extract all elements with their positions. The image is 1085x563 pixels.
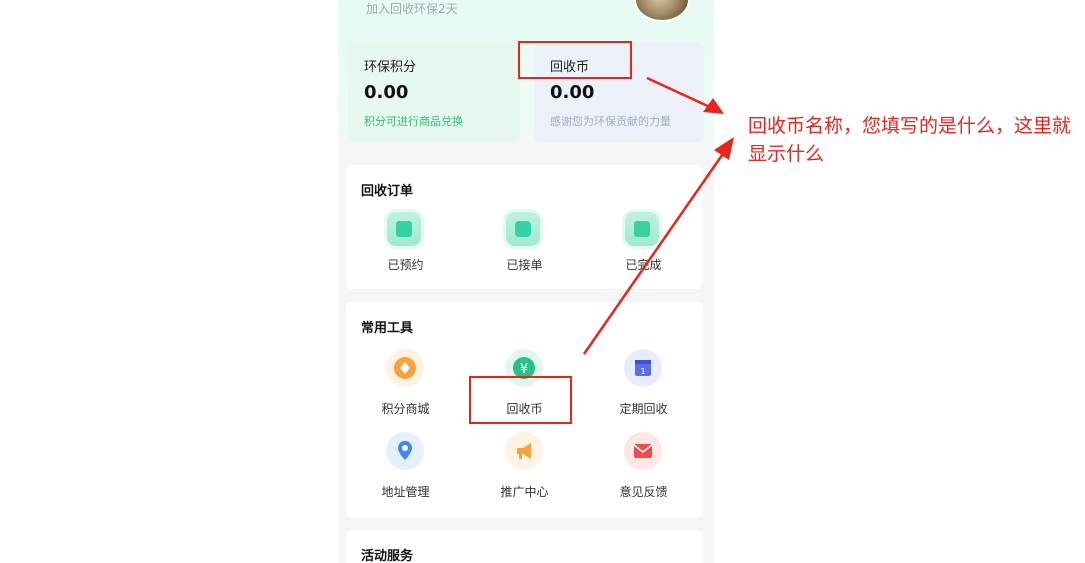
annotation-arrows bbox=[582, 76, 734, 355]
arrow-head-2 bbox=[714, 137, 734, 160]
annotation-note: 回收币名称，您填写的是什么，这里就显示什么 bbox=[748, 115, 1072, 165]
arrow-line-1 bbox=[646, 76, 713, 110]
arrow-line-2 bbox=[582, 147, 729, 355]
